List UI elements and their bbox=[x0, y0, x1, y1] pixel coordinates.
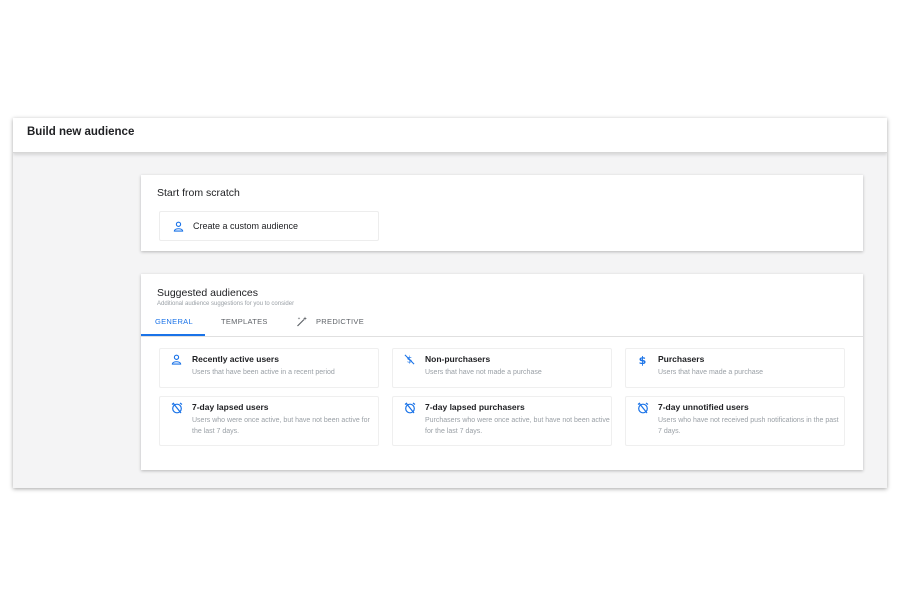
audience-title: 7-day unnotified users bbox=[658, 402, 749, 412]
audience-title: 7-day lapsed users bbox=[192, 402, 269, 412]
audience-description: Users that have not made a purchase bbox=[425, 369, 542, 376]
scratch-card-title: Start from scratch bbox=[157, 187, 240, 199]
lapsed-timer-icon bbox=[404, 402, 416, 414]
audience-purchasers[interactable]: $ Purchasers Users that have made a purc… bbox=[625, 348, 845, 388]
active-tab-indicator bbox=[141, 334, 205, 336]
audience-non-purchasers[interactable]: $ Non-purchasers Users that have not mad… bbox=[392, 348, 612, 388]
page-header: Build new audience bbox=[13, 118, 887, 153]
audience-description: Purchasers who were once active, but hav… bbox=[425, 417, 610, 435]
audience-7-day-lapsed-purchasers[interactable]: 7-day lapsed purchasers Purchasers who w… bbox=[392, 396, 612, 446]
audience-7-day-unnotified-users[interactable]: 7-day unnotified users Users who have no… bbox=[625, 396, 845, 446]
audience-title: 7-day lapsed purchasers bbox=[425, 402, 525, 412]
audience-recently-active-users[interactable]: Recently active users Users that have be… bbox=[159, 348, 379, 388]
lapsed-timer-icon bbox=[637, 402, 649, 414]
suggested-audiences-card: Suggested audiences Additional audience … bbox=[141, 274, 863, 470]
no-purchase-icon: $ bbox=[404, 354, 415, 365]
audience-description: Users that have made a purchase bbox=[658, 369, 764, 376]
tab-templates-label: TEMPLATES bbox=[221, 317, 268, 326]
audience-description: Users that have been active in a recent … bbox=[192, 369, 335, 376]
tab-predictive-label: PREDICTIVE bbox=[316, 317, 365, 326]
audience-description: Users who were once active, but have not… bbox=[192, 417, 370, 435]
audience-tabs: GENERAL TEMPLATES PREDICTIVE bbox=[141, 312, 863, 337]
page-title: Build new audience bbox=[27, 126, 135, 138]
suggested-card-subtitle: Additional audience suggestions for you … bbox=[157, 301, 295, 307]
audience-title: Recently active users bbox=[192, 354, 279, 364]
start-from-scratch-card: Start from scratch Create a custom audie… bbox=[141, 175, 863, 251]
person-icon bbox=[171, 354, 182, 365]
build-audience-window: Build new audience Start from scratch Cr… bbox=[13, 118, 887, 488]
audience-title: Non-purchasers bbox=[425, 354, 491, 364]
create-custom-audience-button[interactable]: Create a custom audience bbox=[159, 211, 379, 241]
magic-wand-icon bbox=[296, 316, 308, 327]
svg-text:$: $ bbox=[639, 354, 647, 366]
audience-description: Users who have not received push notific… bbox=[658, 417, 839, 435]
tab-general-label: GENERAL bbox=[155, 317, 193, 326]
person-icon bbox=[173, 221, 184, 232]
suggested-card-title: Suggested audiences bbox=[157, 287, 258, 299]
create-custom-audience-label: Create a custom audience bbox=[193, 221, 299, 231]
audience-7-day-lapsed-users[interactable]: 7-day lapsed users Users who were once a… bbox=[159, 396, 379, 446]
dollar-icon: $ bbox=[637, 354, 648, 366]
tab-templates[interactable]: TEMPLATES bbox=[221, 317, 268, 337]
audience-title: Purchasers bbox=[658, 354, 705, 364]
lapsed-timer-icon bbox=[171, 402, 183, 414]
